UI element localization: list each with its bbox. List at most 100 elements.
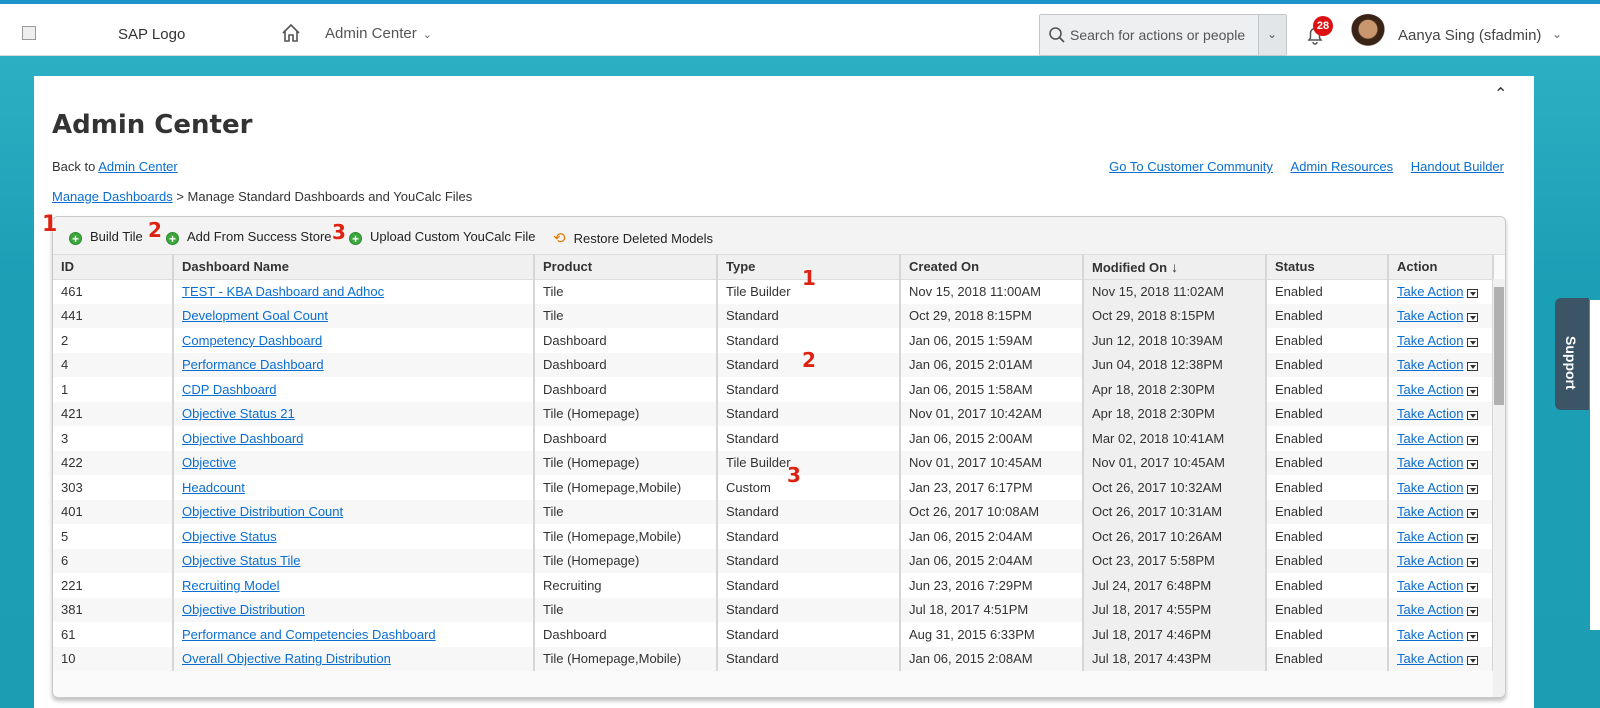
dashboard-name-link[interactable]: Performance Dashboard <box>182 357 324 372</box>
dashboard-name-link[interactable]: Objective Dashboard <box>182 431 303 446</box>
home-icon[interactable] <box>280 22 302 44</box>
dashboard-name-link[interactable]: Objective Status Tile <box>182 553 301 568</box>
handout-builder-link[interactable]: Handout Builder <box>1411 159 1504 174</box>
table-row[interactable]: 401 Objective Distribution Count Tile Stand… <box>53 499 1494 524</box>
scrollbar-thumb[interactable] <box>1494 287 1504 405</box>
table-row[interactable]: 2 Competency Dashboard Dashboard Standard Ja… <box>53 328 1494 353</box>
chevron-down-icon[interactable]: ⌄ <box>1552 27 1562 41</box>
back-to-admin-center-link[interactable]: Admin Center <box>98 159 177 174</box>
take-action-link[interactable]: Take Action <box>1397 504 1464 519</box>
table-row[interactable]: 461 TEST - KBA Dashboard and Adhoc Tile Til… <box>53 279 1494 304</box>
take-action-link[interactable]: Take Action <box>1397 553 1464 568</box>
search-scope-dropdown[interactable]: ⌄ <box>1258 15 1286 55</box>
dropdown-arrow-icon[interactable] <box>1466 656 1478 666</box>
restore-deleted-models-button[interactable]: ⟲ Restore Deleted Models <box>553 229 713 247</box>
chevron-up-icon[interactable]: ⌃ <box>1494 84 1507 104</box>
column-header-modified-on[interactable]: Modified On ↓ <box>1083 255 1267 280</box>
dashboard-name-link[interactable]: Objective Distribution Count <box>182 504 343 519</box>
dropdown-arrow-icon[interactable] <box>1466 558 1478 568</box>
take-action-link[interactable]: Take Action <box>1397 406 1464 421</box>
upload-youcalc-button[interactable]: + Upload Custom YouCalc File <box>349 229 535 246</box>
add-from-success-store-button[interactable]: + Add From Success Store <box>166 229 332 246</box>
take-action-link[interactable]: Take Action <box>1397 284 1464 299</box>
customer-community-link[interactable]: Go To Customer Community <box>1109 159 1273 174</box>
table-row[interactable]: 61 Performance and Competencies Dashboard… <box>53 622 1494 647</box>
dashboard-name-link[interactable]: Recruiting Model <box>182 578 280 593</box>
dropdown-arrow-icon[interactable] <box>1466 313 1478 323</box>
global-search[interactable]: Search for actions or people ⌄ <box>1039 14 1287 56</box>
dashboard-name-link[interactable]: CDP Dashboard <box>182 382 276 397</box>
build-tile-button[interactable]: + Build Tile <box>69 229 143 246</box>
table-row[interactable]: 10 Overall Objective Rating Distribution T… <box>53 646 1494 671</box>
dropdown-arrow-icon[interactable] <box>1466 582 1478 592</box>
dashboard-name-link[interactable]: Objective Status <box>182 529 277 544</box>
dashboard-name-link[interactable]: Headcount <box>182 480 245 495</box>
take-action-link[interactable]: Take Action <box>1397 333 1464 348</box>
column-header-product[interactable]: Product <box>534 255 718 280</box>
dropdown-arrow-icon[interactable] <box>1466 411 1478 421</box>
dropdown-arrow-icon[interactable] <box>1466 337 1478 347</box>
module-picker[interactable]: Admin Center ⌄ <box>325 25 432 42</box>
table-row[interactable]: 6 Objective Status Tile Tile (Homepage) Sta… <box>53 548 1494 573</box>
take-action-link[interactable]: Take Action <box>1397 382 1464 397</box>
dropdown-arrow-icon[interactable] <box>1466 289 1478 298</box>
admin-resources-link[interactable]: Admin Resources <box>1291 159 1394 174</box>
column-header-id[interactable]: ID <box>53 255 174 280</box>
take-action-link[interactable]: Take Action <box>1397 651 1464 666</box>
breadcrumb-manage-dashboards-link[interactable]: Manage Dashboards <box>52 189 173 204</box>
take-action-link[interactable]: Take Action <box>1397 455 1464 470</box>
take-action-link[interactable]: Take Action <box>1397 431 1464 446</box>
dropdown-arrow-icon[interactable] <box>1466 607 1478 617</box>
take-action-link[interactable]: Take Action <box>1397 480 1464 495</box>
table-row[interactable]: 4 Performance Dashboard Dashboard Standard J… <box>53 352 1494 377</box>
table-row[interactable]: 441 Development Goal Count Tile Standard Oct… <box>53 303 1494 328</box>
dropdown-arrow-icon[interactable] <box>1466 460 1478 470</box>
take-action-link[interactable]: Take Action <box>1397 529 1464 544</box>
dashboard-name-link[interactable]: Objective Status 21 <box>182 406 295 421</box>
table-cell: Overall Objective Rating Distribution <box>173 646 535 671</box>
table-cell: Jan 06, 2015 2:04AM <box>900 548 1084 573</box>
dashboard-name-link[interactable]: Competency Dashboard <box>182 333 322 348</box>
column-header-created-on[interactable]: Created On <box>900 255 1084 280</box>
table-row[interactable]: 1 CDP Dashboard Dashboard Standard Jan 06, 2… <box>53 377 1494 402</box>
table-row[interactable]: 303 Headcount Tile (Homepage,Mobile) Custom… <box>53 475 1494 500</box>
dashboard-name-link[interactable]: Objective <box>182 455 236 470</box>
table-row[interactable]: 421 Objective Status 21 Tile (Homepage) Sta… <box>53 401 1494 426</box>
table-row[interactable]: 381 Objective Distribution Tile Standard Jul… <box>53 597 1494 622</box>
cell-product: Recruiting <box>543 577 602 593</box>
take-action-link[interactable]: Take Action <box>1397 578 1464 593</box>
dashboard-name-link[interactable]: TEST - KBA Dashboard and Adhoc <box>182 284 384 299</box>
take-action-link[interactable]: Take Action <box>1397 308 1464 323</box>
cell-modified-on: Jul 24, 2017 6:48PM <box>1092 577 1212 593</box>
dashboard-name-link[interactable]: Performance and Competencies Dashboard <box>182 627 436 642</box>
company-logo[interactable]: SAP Logo <box>118 26 185 43</box>
table-scrollbar[interactable] <box>1493 279 1505 697</box>
support-tab[interactable]: Support <box>1555 298 1589 410</box>
dropdown-arrow-icon[interactable] <box>1466 631 1478 641</box>
table-row[interactable]: 3 Objective Dashboard Dashboard Standard Jan… <box>53 426 1494 451</box>
dropdown-arrow-icon[interactable] <box>1466 509 1478 519</box>
column-header-status[interactable]: Status <box>1266 255 1389 280</box>
take-action-link[interactable]: Take Action <box>1397 602 1464 617</box>
dashboard-name-link[interactable]: Overall Objective Rating Distribution <box>182 651 391 666</box>
column-header-dashboard-name[interactable]: Dashboard Name <box>173 255 535 280</box>
avatar[interactable] <box>1350 14 1386 54</box>
table-cell: Nov 01, 2017 10:45AM <box>1083 450 1267 475</box>
take-action-link[interactable]: Take Action <box>1397 627 1464 642</box>
table-cell: Enabled <box>1266 352 1389 377</box>
dropdown-arrow-icon[interactable] <box>1466 435 1478 445</box>
column-header-action[interactable]: Action <box>1388 255 1494 280</box>
table-row[interactable]: 5 Objective Status Tile (Homepage,Mobile) S… <box>53 524 1494 549</box>
search-input[interactable]: Search for actions or people <box>1070 27 1245 43</box>
add-from-store-label: Add From Success Store <box>187 229 332 244</box>
table-row[interactable]: 422 Objective Tile (Homepage) Tile Builder N… <box>53 450 1494 475</box>
user-menu[interactable]: Aanya Sing (sfadmin) <box>1398 27 1541 44</box>
dropdown-arrow-icon[interactable] <box>1466 484 1478 494</box>
dropdown-arrow-icon[interactable] <box>1466 533 1478 543</box>
take-action-link[interactable]: Take Action <box>1397 357 1464 372</box>
table-row[interactable]: 221 Recruiting Model Recruiting Standard Jun… <box>53 573 1494 598</box>
dashboard-name-link[interactable]: Objective Distribution <box>182 602 305 617</box>
dropdown-arrow-icon[interactable] <box>1466 386 1478 396</box>
dropdown-arrow-icon[interactable] <box>1466 362 1478 372</box>
dashboard-name-link[interactable]: Development Goal Count <box>182 308 328 323</box>
